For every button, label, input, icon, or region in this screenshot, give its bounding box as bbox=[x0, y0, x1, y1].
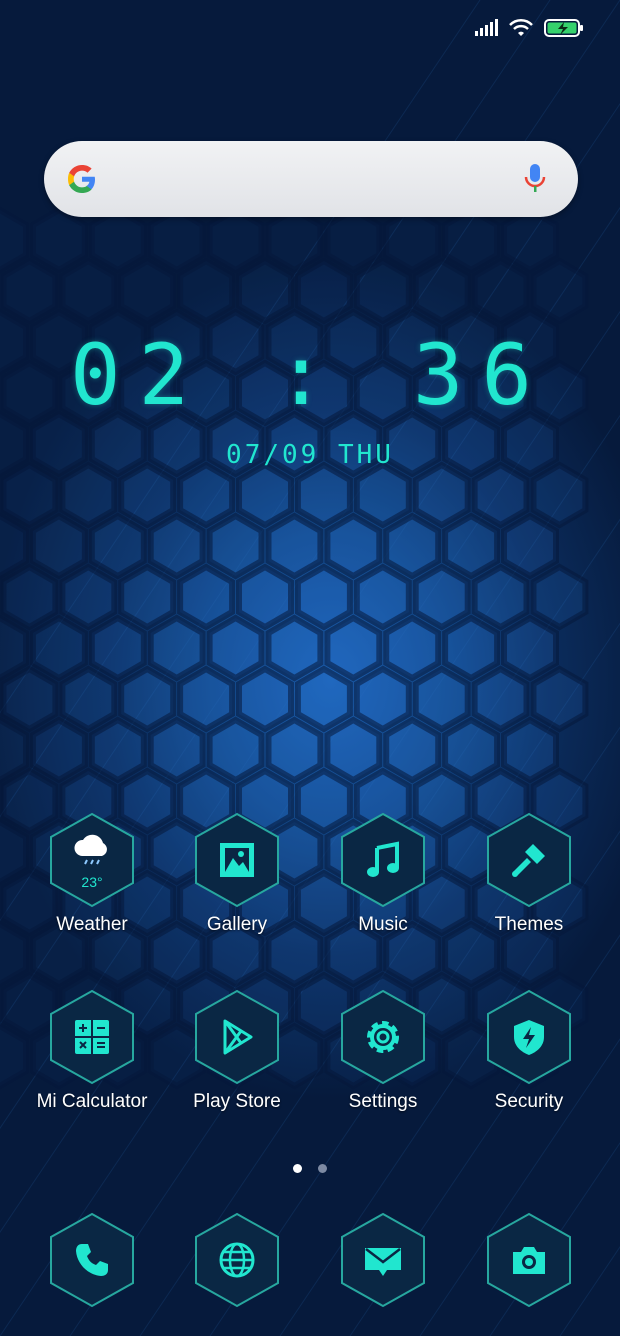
app-weather[interactable]: 23° Weather bbox=[22, 812, 162, 936]
app-mi-calculator[interactable]: Mi Calculator bbox=[22, 989, 162, 1113]
calculator-icon bbox=[75, 1020, 109, 1054]
google-search-bar[interactable] bbox=[44, 141, 578, 217]
page-dot-active[interactable] bbox=[292, 1164, 302, 1173]
app-label: Weather bbox=[56, 914, 128, 935]
wifi-icon bbox=[509, 18, 533, 36]
page-indicator bbox=[0, 1160, 620, 1178]
cloud-rain-icon bbox=[74, 834, 107, 865]
signal-icon bbox=[475, 19, 498, 36]
app-label: Play Store bbox=[193, 1091, 281, 1112]
app-music[interactable]: Music bbox=[313, 812, 453, 936]
globe-icon bbox=[219, 1242, 255, 1278]
clock-widget-date: 07/09 THU bbox=[226, 440, 394, 470]
gallery-icon bbox=[220, 843, 254, 877]
app-label: Settings bbox=[348, 1091, 418, 1112]
weather-temperature: 23° bbox=[81, 874, 103, 890]
dock-messages[interactable] bbox=[313, 1212, 453, 1308]
dock-camera[interactable] bbox=[459, 1212, 599, 1308]
app-gallery[interactable]: Gallery bbox=[167, 812, 307, 936]
google-g-icon bbox=[68, 165, 95, 193]
dock-phone[interactable] bbox=[22, 1212, 162, 1308]
music-note-icon bbox=[367, 841, 399, 877]
app-themes[interactable]: Themes bbox=[459, 812, 599, 936]
dock-browser[interactable] bbox=[167, 1212, 307, 1308]
app-label: Security bbox=[494, 1091, 564, 1112]
app-play-store[interactable]: Play Store bbox=[167, 989, 307, 1113]
gear-icon bbox=[367, 1021, 399, 1053]
battery-charging-icon bbox=[544, 19, 583, 37]
camera-icon bbox=[513, 1247, 545, 1274]
play-store-icon bbox=[223, 1019, 253, 1055]
paintbrush-icon bbox=[512, 844, 545, 877]
shield-bolt-icon bbox=[514, 1020, 544, 1055]
page-dot[interactable] bbox=[318, 1164, 328, 1173]
phone-icon bbox=[76, 1244, 108, 1276]
clock-widget-time[interactable]: 02 : 36 bbox=[0, 326, 620, 424]
app-settings[interactable]: Settings bbox=[313, 989, 453, 1113]
app-label: Gallery bbox=[206, 914, 268, 935]
status-bar bbox=[474, 18, 584, 38]
app-security[interactable]: Security bbox=[459, 989, 599, 1113]
app-label: Themes bbox=[494, 914, 564, 935]
mic-icon[interactable] bbox=[524, 163, 546, 195]
app-label: Mi Calculator bbox=[36, 1091, 148, 1112]
app-label: Music bbox=[358, 914, 408, 935]
mail-icon bbox=[365, 1248, 401, 1276]
